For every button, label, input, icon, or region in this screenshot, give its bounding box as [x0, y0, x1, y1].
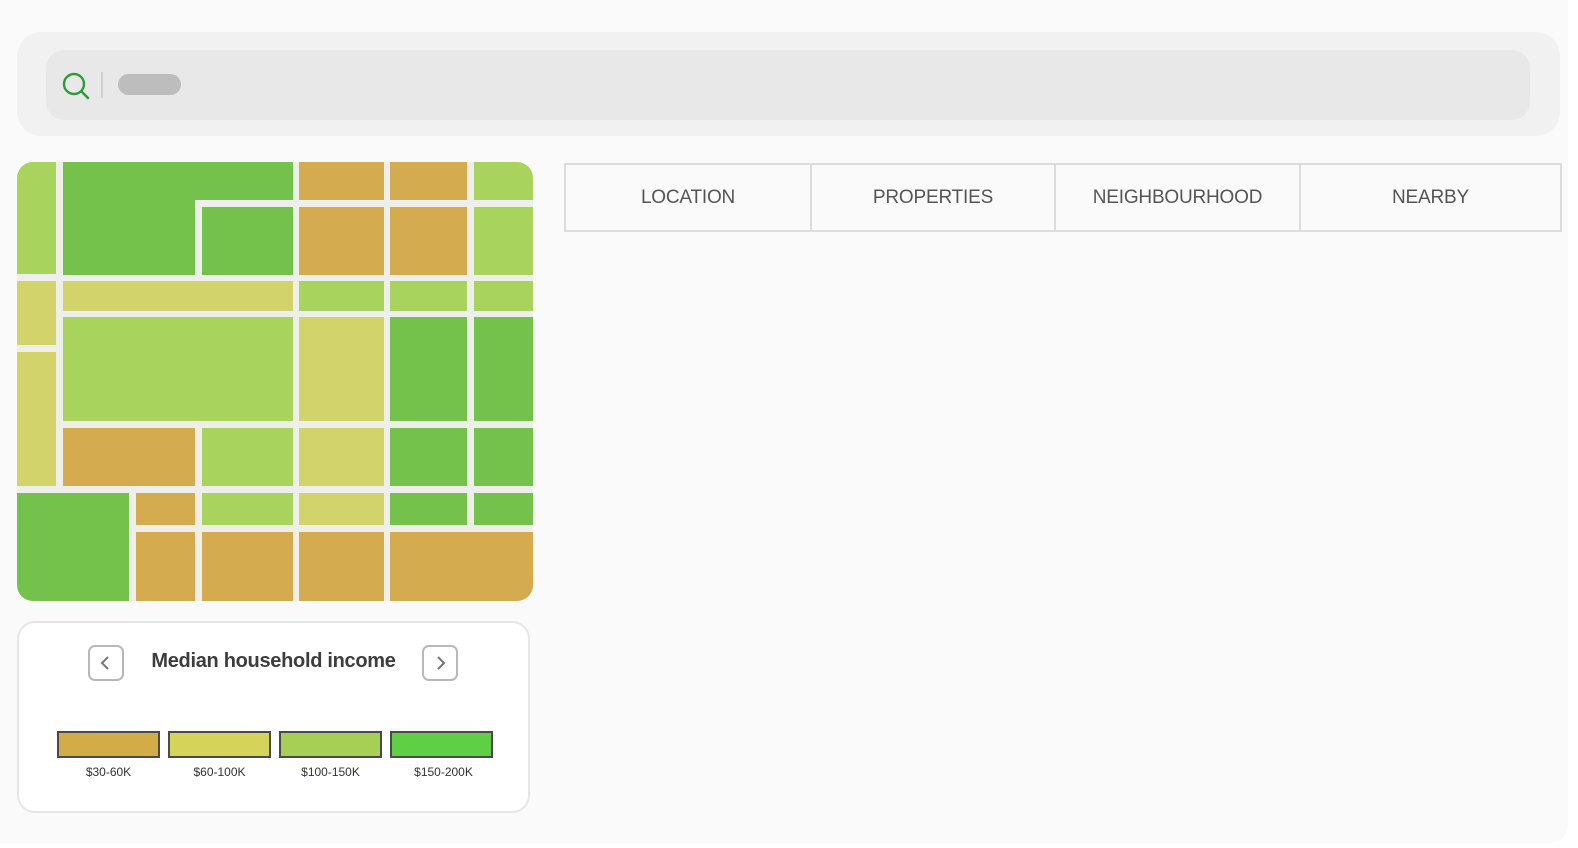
map-block[interactable] [299, 532, 384, 601]
map-block[interactable] [390, 428, 467, 486]
map-block[interactable] [474, 493, 533, 525]
tab-neighbourhood[interactable]: NEIGHBOURHOOD [1056, 165, 1301, 230]
map-block[interactable] [390, 281, 467, 311]
income-map[interactable] [17, 162, 533, 601]
map-block[interactable] [390, 493, 467, 525]
legend-card: Median household income $30-60K $60-100K… [17, 621, 530, 813]
map-block[interactable] [299, 162, 384, 200]
tab-location[interactable]: LOCATION [566, 165, 812, 230]
legend-swatch [168, 731, 271, 758]
map-block[interactable] [202, 207, 293, 275]
map-block[interactable] [63, 281, 293, 311]
map-block[interactable] [474, 281, 533, 311]
next-layer-button[interactable] [422, 645, 458, 681]
legend-label: $30-60K [85, 765, 132, 779]
map-block[interactable] [390, 317, 467, 421]
map-block[interactable] [63, 428, 195, 486]
legend-swatch [279, 731, 382, 758]
map-block[interactable] [474, 317, 533, 421]
tab-properties[interactable]: PROPERTIES [812, 165, 1056, 230]
map-block[interactable] [63, 162, 293, 200]
map-canvas[interactable] [17, 162, 533, 601]
map-block[interactable] [299, 317, 384, 421]
search-divider [101, 72, 103, 98]
chevron-right-icon [437, 656, 446, 670]
map-block[interactable] [17, 162, 56, 274]
legend-swatch [57, 731, 160, 758]
map-block[interactable] [17, 281, 56, 345]
map-block[interactable] [299, 281, 384, 311]
map-block[interactable] [63, 317, 293, 421]
map-block[interactable] [299, 428, 384, 486]
map-block[interactable] [299, 207, 384, 275]
map-block[interactable] [390, 532, 533, 601]
map-block[interactable] [17, 352, 56, 486]
legend-label: $150-200K [414, 765, 473, 779]
app-frame: Median household income $30-60K $60-100K… [0, 0, 1568, 843]
search-input[interactable] [196, 66, 1500, 106]
tab-nearby[interactable]: NEARBY [1301, 165, 1560, 230]
map-block[interactable] [202, 493, 293, 525]
map-block[interactable] [63, 200, 195, 275]
map-block[interactable] [390, 207, 467, 275]
map-block[interactable] [299, 493, 384, 525]
map-block[interactable] [17, 493, 129, 601]
legend-label: $60-100K [193, 765, 246, 779]
map-block[interactable] [474, 162, 533, 200]
map-block[interactable] [474, 207, 533, 275]
map-block[interactable] [202, 428, 293, 486]
search-placeholder-pill [118, 74, 181, 95]
map-block[interactable] [474, 428, 533, 486]
map-block[interactable] [136, 532, 195, 601]
map-block[interactable] [390, 162, 467, 200]
search-icon[interactable] [61, 71, 91, 101]
map-block[interactable] [136, 493, 195, 525]
map-block[interactable] [202, 532, 293, 601]
legend-label: $100-150K [301, 765, 360, 779]
detail-tabs: LOCATION PROPERTIES NEIGHBOURHOOD NEARBY [564, 163, 1562, 232]
legend-swatch [390, 731, 493, 758]
